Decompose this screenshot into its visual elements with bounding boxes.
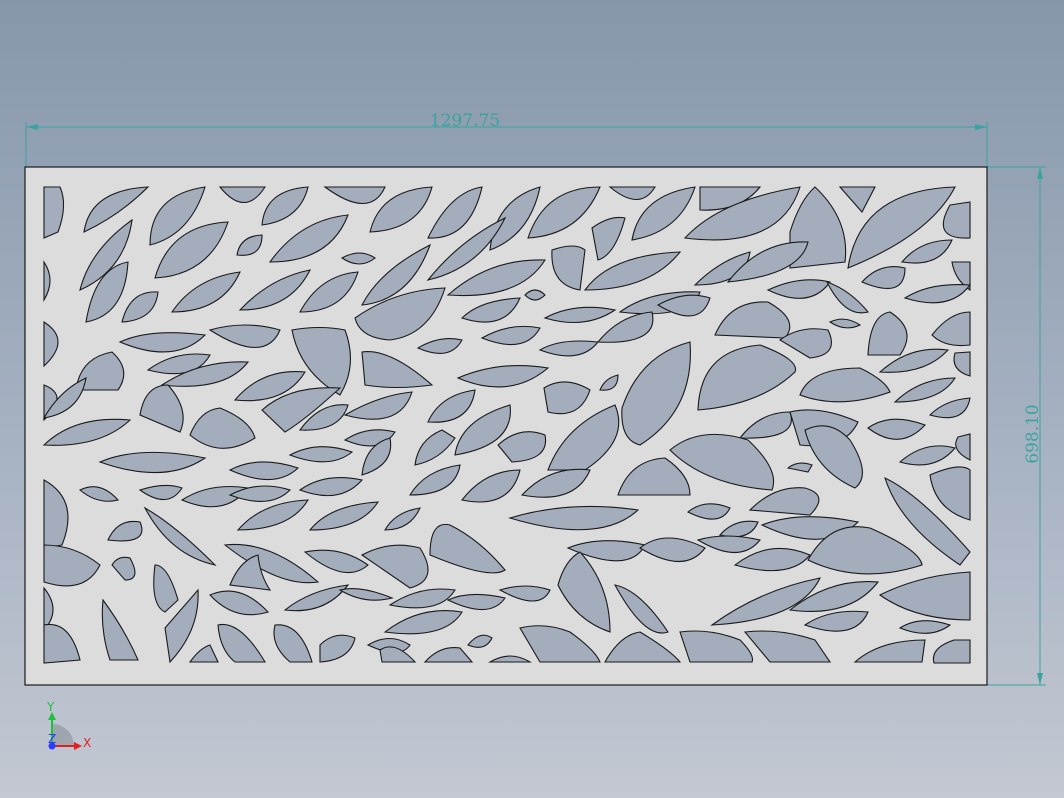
width-dimension[interactable]: 1297.75 (25, 111, 988, 167)
height-dimension-value: 698.10 (1023, 404, 1043, 463)
cad-viewport[interactable]: 1297.75 698.10 X Y Z (0, 0, 1064, 798)
x-axis-label: X (83, 736, 91, 750)
z-axis-label: Z (48, 732, 56, 746)
y-axis-label: Y (46, 700, 55, 714)
width-dimension-value: 1297.75 (430, 111, 500, 131)
coordinate-triad: X Y Z (46, 700, 91, 750)
height-dimension[interactable]: 698.10 (987, 166, 1046, 686)
